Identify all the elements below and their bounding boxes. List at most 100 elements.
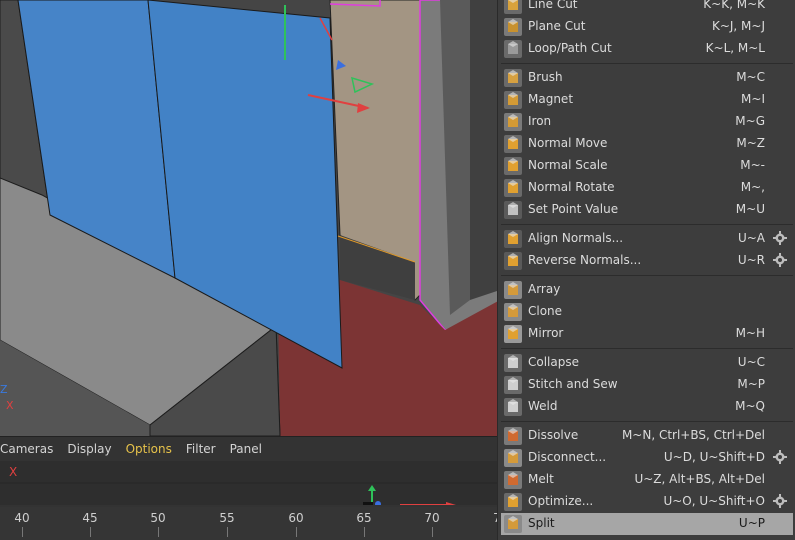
3d-viewport[interactable]: Z X (0, 0, 500, 436)
menu-item-set-point-value[interactable]: Set Point Value M~U (501, 199, 793, 221)
menu-item-reverse-normals[interactable]: Reverse Normals... U~R (501, 250, 793, 272)
menu-item-label: Set Point Value (528, 202, 619, 216)
menu-item-label: Collapse (528, 355, 579, 369)
reverse-normals-icon (503, 251, 523, 271)
menu-item-dissolve[interactable]: Dissolve M~N, Ctrl+BS, Ctrl+Del (501, 425, 793, 447)
menu-item-shortcut: M~C (736, 70, 765, 84)
timeline-menubar: Cameras Display Options Filter Panel (0, 437, 500, 461)
timeline-menu-display[interactable]: Display (60, 442, 118, 456)
menu-item-split[interactable]: Split U~P (501, 513, 793, 535)
menu-separator (501, 63, 793, 64)
menu-item-shortcut: M~P (737, 377, 765, 391)
ruler-tick-label: 50 (150, 511, 166, 525)
menu-item-weld[interactable]: Weld M~Q (501, 396, 793, 418)
menu-item-line-cut[interactable]: Line Cut K~K, M~K (501, 0, 793, 16)
menu-item-label: Normal Move (528, 136, 608, 150)
plane-cut-icon (503, 17, 523, 37)
menu-item-shortcut: U~O, U~Shift+O (663, 494, 765, 508)
viewport-scene (0, 0, 500, 436)
stitch-icon (503, 375, 523, 395)
menu-item-label: Magnet (528, 92, 574, 106)
menu-item-shortcut: K~K, M~K (703, 0, 765, 11)
split-icon (503, 514, 523, 534)
menu-item-magnet[interactable]: Magnet M~I (501, 89, 793, 111)
menu-item-shortcut: M~, (740, 180, 765, 194)
menu-item-shortcut: M~U (735, 202, 765, 216)
menu-item-brush[interactable]: Brush M~C (501, 67, 793, 89)
disconnect-icon (503, 448, 523, 468)
timeline-menu-options[interactable]: Options (119, 442, 179, 456)
menu-item-mirror[interactable]: Mirror M~H (501, 323, 793, 345)
timeline-menu-filter[interactable]: Filter (179, 442, 223, 456)
menu-item-optimize[interactable]: Optimize... U~O, U~Shift+O (501, 491, 793, 513)
optimize-icon (503, 492, 523, 512)
timeline-menu-cameras[interactable]: Cameras (0, 442, 60, 456)
menu-item-shortcut: M~Z (736, 136, 765, 150)
clone-icon (503, 302, 523, 322)
menu-item-label: Array (528, 282, 561, 296)
menu-item-shortcut: M~N, Ctrl+BS, Ctrl+Del (621, 428, 765, 442)
ruler-tick-label: 55 (219, 511, 235, 525)
menu-item-plane-cut[interactable]: Plane Cut K~J, M~J (501, 16, 793, 38)
menu-item-shortcut: M~- (740, 158, 765, 172)
menu-item-stitch-and-sew[interactable]: Stitch and Sew M~P (501, 374, 793, 396)
menu-item-shortcut: U~C (737, 355, 765, 369)
magnet-icon (503, 90, 523, 110)
timeline-ruler[interactable]: 404550556065707 (0, 507, 501, 540)
ruler-tick-mark (158, 527, 159, 537)
axis-x-label: X (6, 399, 14, 412)
timeline-menu-panel[interactable]: Panel (223, 442, 269, 456)
menu-item-label: Split (528, 516, 555, 530)
menu-item-label: Iron (528, 114, 552, 128)
menu-item-shortcut: M~H (735, 326, 765, 340)
menu-item-melt[interactable]: Melt U~Z, Alt+BS, Alt+Del (501, 469, 793, 491)
menu-item-clone[interactable]: Clone (501, 301, 793, 323)
normal-rotate-icon (503, 178, 523, 198)
menu-item-label: Dissolve (528, 428, 579, 442)
menu-separator (501, 275, 793, 276)
ruler-tick-label: 40 (14, 511, 30, 525)
menu-item-shortcut: M~G (735, 114, 765, 128)
collapse-icon (503, 353, 523, 373)
menu-item-label: Loop/Path Cut (528, 41, 612, 55)
menu-item-label: Line Cut (528, 0, 578, 11)
gear-icon[interactable] (773, 253, 787, 267)
menu-item-array[interactable]: Array (501, 279, 793, 301)
menu-item-normal-scale[interactable]: Normal Scale M~- (501, 155, 793, 177)
brush-icon (503, 68, 523, 88)
xyz-icon (503, 200, 523, 220)
menu-item-shortcut: U~D, U~Shift+D (663, 450, 765, 464)
ruler-tick-label: 65 (356, 511, 372, 525)
menu-item-shortcut: M~I (741, 92, 765, 106)
menu-item-label: Align Normals... (528, 231, 624, 245)
dissolve-icon (503, 426, 523, 446)
menu-item-collapse[interactable]: Collapse U~C (501, 352, 793, 374)
ruler-tick-mark (432, 527, 433, 537)
menu-item-label: Clone (528, 304, 563, 318)
gear-icon[interactable] (773, 494, 787, 508)
ruler-tick-mark (364, 527, 365, 537)
menu-item-shortcut: U~P (738, 516, 765, 530)
menu-item-shortcut: U~A (737, 231, 765, 245)
menu-item-shortcut: U~Z, Alt+BS, Alt+Del (634, 472, 765, 486)
menu-item-shortcut: K~L, M~L (705, 41, 765, 55)
menu-item-align-normals[interactable]: Align Normals... U~A (501, 228, 793, 250)
gear-icon[interactable] (773, 450, 787, 464)
menu-item-label: Stitch and Sew (528, 377, 618, 391)
timeline-track[interactable]: X (0, 461, 500, 505)
melt-icon (503, 470, 523, 490)
menu-item-label: Brush (528, 70, 563, 84)
menu-separator (501, 348, 793, 349)
menu-item-normal-rotate[interactable]: Normal Rotate M~, (501, 177, 793, 199)
loop-cut-icon (503, 39, 523, 59)
menu-item-iron[interactable]: Iron M~G (501, 111, 793, 133)
menu-item-shortcut: U~R (737, 253, 765, 267)
menu-item-shortcut: M~Q (735, 399, 765, 413)
menu-item-normal-move[interactable]: Normal Move M~Z (501, 133, 793, 155)
normal-move-icon (503, 134, 523, 154)
gear-icon[interactable] (773, 231, 787, 245)
menu-item-loop-path-cut[interactable]: Loop/Path Cut K~L, M~L (501, 38, 793, 60)
mirror-icon (503, 324, 523, 344)
weld-icon (503, 397, 523, 417)
menu-item-disconnect[interactable]: Disconnect... U~D, U~Shift+D (501, 447, 793, 469)
